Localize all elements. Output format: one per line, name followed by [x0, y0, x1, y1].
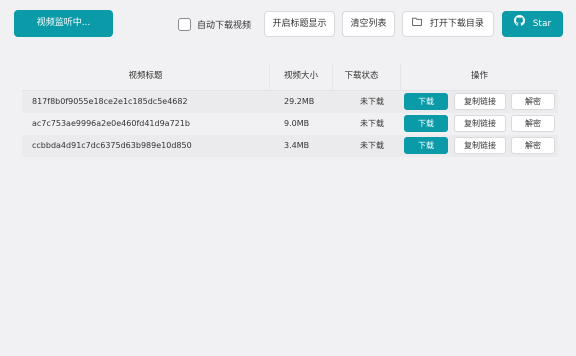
- clear-list-button[interactable]: 清空列表: [342, 11, 395, 37]
- auto-download-toggle[interactable]: 自动下载视频: [178, 15, 251, 33]
- download-status: 未下载: [360, 119, 384, 128]
- table-row: ac7c753ae9996a2e0e460fd41d9a721b 9.0MB 未…: [22, 113, 558, 135]
- decrypt-button[interactable]: 解密: [511, 115, 555, 132]
- video-size: 9.0MB: [284, 119, 310, 128]
- video-title: ccbbda4d91c7dc6375d63b989e10d850: [32, 141, 192, 150]
- download-status: 未下载: [360, 97, 384, 106]
- auto-download-checkbox[interactable]: [178, 17, 191, 31]
- copy-link-button[interactable]: 复制链接: [454, 93, 506, 110]
- copy-link-button[interactable]: 复制链接: [454, 115, 506, 132]
- monitor-button[interactable]: 视频监听中...: [14, 10, 113, 37]
- decrypt-button[interactable]: 解密: [511, 137, 555, 154]
- download-button[interactable]: 下载: [404, 115, 448, 132]
- github-icon: [513, 12, 525, 36]
- toolbar: 视频监听中... 自动下载视频 开启标题显示 清空列表 打开下载目录 Star: [0, 0, 576, 50]
- star-button[interactable]: Star: [502, 11, 563, 37]
- folder-icon: [412, 12, 422, 36]
- header-size: 视频大小: [283, 71, 318, 81]
- video-size: 3.4MB: [284, 141, 310, 150]
- clear-list-button-label: 清空列表: [350, 19, 387, 29]
- video-title: 817f8b0f9055e18ce2e1c185dc5e4682: [32, 97, 188, 106]
- monitor-button-label: 视频监听中...: [36, 18, 91, 28]
- show-title-button[interactable]: 开启标题显示: [264, 11, 335, 37]
- table-row: 817f8b0f9055e18ce2e1c185dc5e4682 29.2MB …: [22, 91, 558, 113]
- show-title-button-label: 开启标题显示: [272, 19, 327, 29]
- open-download-dir-button[interactable]: 打开下载目录: [402, 11, 494, 37]
- download-button[interactable]: 下载: [404, 137, 448, 154]
- auto-download-label: 自动下载视频: [197, 20, 252, 31]
- copy-link-button[interactable]: 复制链接: [454, 137, 506, 154]
- header-status: 下载状态: [344, 71, 379, 81]
- header-actions: 操作: [470, 71, 488, 81]
- table-header: 视频标题 视频大小 下载状态 操作: [22, 62, 558, 91]
- open-download-dir-label: 打开下载目录: [429, 19, 484, 29]
- video-title: ac7c753ae9996a2e0e460fd41d9a721b: [32, 119, 190, 128]
- download-button[interactable]: 下载: [404, 93, 448, 110]
- decrypt-button[interactable]: 解密: [511, 93, 555, 110]
- video-size: 29.2MB: [284, 97, 315, 106]
- table-row: ccbbda4d91c7dc6375d63b989e10d850 3.4MB 未…: [22, 135, 558, 157]
- video-table: 视频标题 视频大小 下载状态 操作 817f8b0f9055e18ce2e1c1…: [22, 62, 558, 157]
- star-button-label: Star: [532, 19, 552, 29]
- download-status: 未下载: [360, 141, 384, 150]
- header-title: 视频标题: [128, 71, 163, 81]
